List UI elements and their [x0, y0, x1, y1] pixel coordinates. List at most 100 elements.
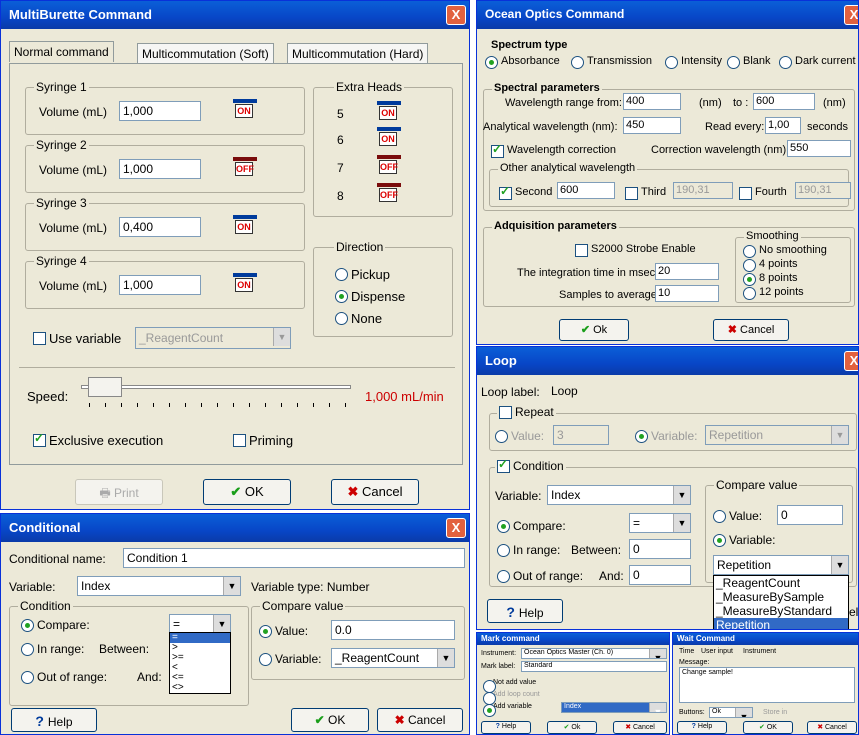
- valve-on-icon[interactable]: ON: [371, 127, 403, 149]
- strobe-checkbox[interactable]: S2000 Strobe Enable: [573, 243, 696, 257]
- cv-value-radio[interactable]: Value:: [711, 509, 762, 523]
- cancel-button[interactable]: ✖ Cancel: [331, 479, 419, 505]
- syringe-4-volume-input[interactable]: 1,000: [119, 275, 201, 295]
- instrument-select[interactable]: Ocean Optics Master (Ch. 0): [521, 648, 667, 659]
- loop-label-input[interactable]: Loop: [547, 381, 855, 401]
- close-icon[interactable]: X: [446, 518, 466, 538]
- help-button[interactable]: ? Help: [677, 721, 727, 734]
- corr-wl-input[interactable]: 550: [787, 140, 851, 157]
- cancel-button[interactable]: ✖ Cancel: [807, 721, 857, 734]
- compare-op-select[interactable]: =: [169, 614, 231, 634]
- in-range-radio[interactable]: In range:: [19, 642, 84, 656]
- intensity-radio[interactable]: Intensity: [663, 55, 722, 69]
- repeat-value-input[interactable]: 3: [553, 425, 609, 445]
- out-of-range-radio[interactable]: Out of range:: [495, 569, 583, 583]
- in-range-radio[interactable]: In range:: [495, 543, 560, 557]
- help-button[interactable]: ? Help: [11, 708, 97, 732]
- valve-on-icon[interactable]: ON: [227, 215, 259, 237]
- cv-variable-select[interactable]: Repetition: [713, 555, 849, 575]
- samples-input[interactable]: 10: [655, 285, 719, 302]
- no-smoothing-radio[interactable]: No smoothing: [741, 244, 827, 258]
- direction-dispense-radio[interactable]: Dispense: [333, 289, 405, 304]
- third-wl-input[interactable]: 190,31: [673, 182, 733, 199]
- out-of-range-radio[interactable]: Out of range:: [19, 670, 107, 684]
- close-icon[interactable]: X: [446, 5, 466, 25]
- second-wl-checkbox[interactable]: Second: [497, 184, 552, 200]
- compare-op-select[interactable]: =: [629, 513, 691, 533]
- close-icon[interactable]: X: [844, 351, 858, 371]
- dropdown-option[interactable]: Repetition: [714, 618, 848, 629]
- cv-value-input[interactable]: 0.0: [331, 620, 455, 640]
- close-icon[interactable]: X: [844, 5, 858, 25]
- ok-button[interactable]: ✔ Ok: [547, 721, 597, 734]
- variable-select[interactable]: Index: [77, 576, 241, 596]
- fourth-wl-input[interactable]: 190,31: [795, 182, 851, 199]
- compare-radio[interactable]: Compare:: [19, 618, 90, 632]
- syringe-3-volume-input[interactable]: 0,400: [119, 217, 201, 237]
- dropdown-option[interactable]: _ReagentCount: [714, 576, 848, 590]
- direction-none-radio[interactable]: None: [333, 311, 382, 326]
- use-variable-checkbox[interactable]: Use variable: [31, 331, 121, 346]
- cancel-button-partial[interactable]: el: [849, 605, 858, 619]
- between-input[interactable]: 0: [629, 539, 691, 559]
- cv-value-input[interactable]: 0: [777, 505, 843, 525]
- third-wl-checkbox[interactable]: Third: [623, 186, 666, 200]
- direction-pickup-radio[interactable]: Pickup: [333, 267, 390, 282]
- compare-radio[interactable]: Compare:: [495, 519, 566, 533]
- dropdown-option[interactable]: _MeasureByStandard: [714, 604, 848, 618]
- tab-user-input[interactable]: User input: [701, 648, 733, 655]
- message-input[interactable]: Change sample!: [679, 667, 855, 703]
- ok-button[interactable]: ✔ OK: [203, 479, 291, 505]
- valve-on-icon[interactable]: ON: [227, 99, 259, 121]
- read-every-input[interactable]: 1,00: [765, 117, 801, 134]
- tab-time[interactable]: Time: [679, 648, 694, 655]
- buttons-select[interactable]: Ok: [709, 707, 753, 718]
- dark-current-radio[interactable]: Dark current: [777, 55, 856, 69]
- and-input[interactable]: 0: [629, 565, 691, 585]
- cv-variable-radio[interactable]: Variable:: [257, 652, 321, 666]
- add-variable-select[interactable]: Index: [561, 702, 667, 713]
- syringe-1-volume-input[interactable]: 1,000: [119, 101, 201, 121]
- wl-to-input[interactable]: 600: [753, 93, 815, 110]
- cv-value-radio[interactable]: Value:: [257, 624, 308, 638]
- conditional-name-input[interactable]: Condition 1: [123, 548, 465, 568]
- valve-on-icon[interactable]: ON: [371, 101, 403, 123]
- tab-normal-command[interactable]: Normal command: [9, 41, 114, 62]
- repeat-variable-select[interactable]: Repetition: [705, 425, 849, 445]
- add-variable-radio[interactable]: Add variable: [481, 703, 532, 717]
- cv-variable-radio[interactable]: Variable:: [711, 533, 775, 547]
- repeat-value-radio[interactable]: Value:: [493, 429, 544, 443]
- valve-on-icon[interactable]: ON: [227, 273, 259, 295]
- ok-button[interactable]: ✔ Ok: [559, 319, 629, 341]
- second-wl-input[interactable]: 600: [557, 182, 615, 199]
- use-variable-select[interactable]: _ReagentCount: [135, 327, 291, 349]
- integration-input[interactable]: 20: [655, 263, 719, 280]
- valve-off-icon[interactable]: OFF: [371, 155, 403, 177]
- help-button[interactable]: ? Help: [481, 721, 531, 734]
- dropdown-option[interactable]: =: [170, 633, 230, 643]
- cond-variable-select[interactable]: Index: [547, 485, 691, 505]
- wl-from-input[interactable]: 400: [623, 93, 681, 110]
- ok-button[interactable]: ✔ OK: [743, 721, 793, 734]
- transmission-radio[interactable]: Transmission: [569, 55, 652, 69]
- cancel-button[interactable]: ✖ Cancel: [613, 721, 667, 734]
- exclusive-execution-checkbox[interactable]: Exclusive execution: [31, 431, 163, 448]
- repeat-checkbox[interactable]: Repeat: [497, 405, 556, 419]
- 4-points-radio[interactable]: 4 points: [741, 258, 798, 272]
- dropdown-option[interactable]: _MeasureBySample: [714, 590, 848, 604]
- valve-off-icon[interactable]: OFF: [227, 157, 259, 179]
- dropdown-option[interactable]: >=: [170, 653, 230, 663]
- speed-slider-thumb[interactable]: [87, 377, 122, 397]
- absorbance-radio[interactable]: Absorbance: [483, 55, 560, 69]
- dropdown-option[interactable]: <>: [170, 683, 230, 693]
- ok-button[interactable]: ✔ OK: [291, 708, 369, 732]
- mark-label-input[interactable]: Standard: [521, 661, 667, 672]
- valve-off-icon[interactable]: OFF: [371, 183, 403, 205]
- syringe-2-volume-input[interactable]: 1,000: [119, 159, 201, 179]
- tab-multicommutation-hard[interactable]: Multicommutation (Hard): [287, 43, 429, 64]
- blank-radio[interactable]: Blank: [725, 55, 771, 69]
- fourth-wl-checkbox[interactable]: Fourth: [737, 186, 787, 200]
- 8-points-radio[interactable]: 8 points: [741, 272, 798, 286]
- 12-points-radio[interactable]: 12 points: [741, 286, 804, 300]
- priming-checkbox[interactable]: Priming: [231, 433, 293, 448]
